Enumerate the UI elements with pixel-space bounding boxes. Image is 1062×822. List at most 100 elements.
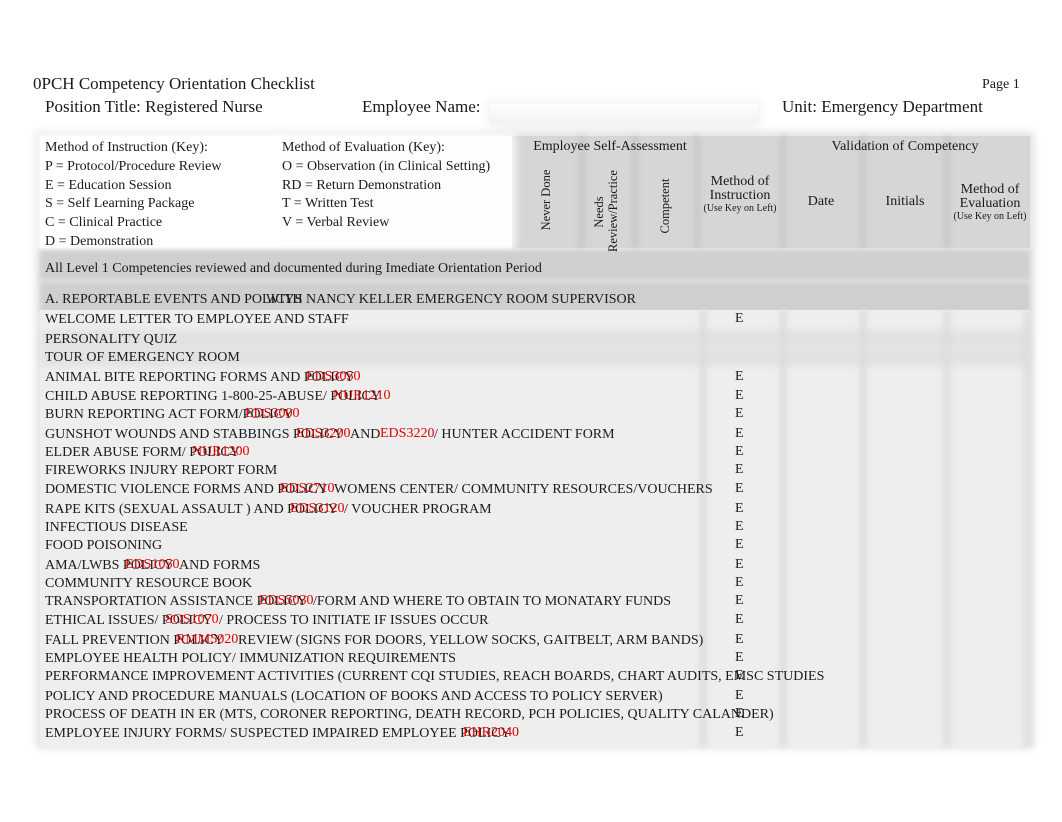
evaluation-key-item: O = Observation (in Clinical Setting) <box>282 158 491 174</box>
evaluation-key: Method of Evaluation (Key): O = Observat… <box>282 139 490 233</box>
method-of-instruction-cell: E <box>735 481 744 496</box>
policy-code: EDS3200 <box>296 426 351 441</box>
checklist-row: TOUR OF EMERGENCY ROOM <box>45 349 240 367</box>
method-of-instruction-cell: E <box>735 501 744 516</box>
policy-code: EDS3000 <box>245 406 300 421</box>
method-of-instruction-cell: E <box>735 519 744 534</box>
instruction-key-item: D = Demonstration <box>45 233 154 249</box>
method-of-instruction-cell: E <box>735 557 744 572</box>
item-text: PROCESS OF DEATH IN ER (MTS, CORONER REP… <box>45 707 774 722</box>
item-text-tail: /FORM AND WHERE TO OBTAIN TO MONATARY FU… <box>313 594 672 609</box>
grid-column <box>1024 310 1030 746</box>
policy-code: RMM5020 <box>176 632 239 647</box>
item-text-tail: REVIEW (SIGNS FOR DOORS, YELLOW SOCKS, G… <box>238 633 704 648</box>
policy-code: SOS1070 <box>165 612 219 627</box>
self-assessment-group-header: Employee Self-Assessment <box>533 139 687 154</box>
evaluation-key-item: T = Written Test <box>282 196 374 212</box>
checklist-row: EMPLOYEE INJURY FORMS/ SUSPECTED IMPAIRE… <box>45 725 511 743</box>
employee-name-field[interactable] <box>490 104 758 124</box>
page-number: Page 1 <box>982 77 1020 92</box>
method-of-instruction-cell: E <box>735 688 744 703</box>
instruction-key-item: C = Clinical Practice <box>45 215 163 231</box>
item-text: COMMUNITY RESOURCE BOOK <box>45 576 253 591</box>
item-text: EMPLOYEE HEALTH POLICY/ IMMUNIZATION REQ… <box>45 651 456 666</box>
item-text: WELCOME LETTER TO EMPLOYEE AND STAFF <box>45 312 349 327</box>
instruction-key: Method of Instruction (Key): P = Protoco… <box>45 139 222 252</box>
grid-column <box>860 310 866 746</box>
needs-review-line2: Review/Practice <box>606 170 620 252</box>
instruction-key-item: E = Education Session <box>45 177 172 193</box>
instruction-key-item: S = Self Learning Package <box>45 196 195 212</box>
date-header: Date <box>807 194 835 209</box>
policy-code: NUR1200 <box>192 444 250 459</box>
item-text-mid: AND <box>350 427 381 442</box>
item-text: CHILD ABUSE REPORTING 1-800-25-ABUSE/ PO… <box>45 389 381 404</box>
checklist-row: PERSONALITY QUIZ <box>45 331 177 349</box>
unit-label: Unit: Emergency Department <box>782 97 983 116</box>
checklist-row: FIREWORKS INJURY REPORT FORM <box>45 462 277 480</box>
instruction-key-item: P = Protocol/Procedure Review <box>45 158 222 174</box>
checklist-row: INFECTIOUS DISEASE <box>45 519 188 537</box>
position-title: Position Title: Registered Nurse <box>45 97 263 116</box>
method-of-instruction-cell: E <box>735 632 744 647</box>
policy-code: EDS3220 <box>380 426 435 441</box>
method-of-instruction-cell: E <box>735 406 744 421</box>
competent-header: Competent <box>658 178 672 234</box>
method-instruction-line1: Method of <box>710 174 770 189</box>
method-of-instruction-cell: E <box>735 575 744 590</box>
method-of-instruction-cell: E <box>735 426 744 441</box>
checklist-row: COMMUNITY RESOURCE BOOK <box>45 575 252 593</box>
item-text-tail: AND FORMS <box>179 558 261 573</box>
item-text: PERFORMANCE IMPROVEMENT ACTIVITIES (CURR… <box>45 669 825 684</box>
row-stripe <box>40 330 1030 348</box>
method-of-instruction-cell: E <box>735 725 744 740</box>
method-evaluation-line2: Evaluation <box>959 196 1021 211</box>
method-of-instruction-cell: E <box>735 537 744 552</box>
method-of-instruction-cell: E <box>735 388 744 403</box>
employee-name-label: Employee Name: <box>362 97 481 116</box>
evaluation-key-item: V = Verbal Review <box>282 215 390 231</box>
item-text: TOUR OF EMERGENCY ROOM <box>45 350 240 365</box>
item-text: INFECTIOUS DISEASE <box>45 520 188 535</box>
column-divider <box>780 136 786 248</box>
policy-code: NUR1210 <box>333 388 391 403</box>
policy-code: EDS2710 <box>280 481 335 496</box>
method-of-instruction-cell: E <box>735 462 744 477</box>
policy-code: EDS1050 <box>125 557 180 572</box>
evaluation-key-item: RD = Return Demonstration <box>282 177 442 193</box>
needs-review-header: Needs Review/Practice <box>592 170 620 252</box>
instruction-key-heading: Method of Instruction (Key): <box>45 140 208 155</box>
policy-code: EDS3120 <box>290 501 345 516</box>
checklist-row: PROCESS OF DEATH IN ER (MTS, CORONER REP… <box>45 706 774 724</box>
document-title: 0PCH Competency Orientation Checklist <box>33 74 315 93</box>
method-of-instruction-cell: E <box>735 650 744 665</box>
method-of-instruction-cell: E <box>735 593 744 608</box>
item-text-tail: / HUNTER ACCIDENT FORM <box>434 427 615 442</box>
method-of-evaluation-header: Method of Evaluation (Use Key on Left) <box>950 182 1030 223</box>
checklist-row: FOOD POISONING <box>45 537 162 555</box>
checklist-row: EMPLOYEE HEALTH POLICY/ IMMUNIZATION REQ… <box>45 650 456 668</box>
checklist-row: WELCOME LETTER TO EMPLOYEE AND STAFF <box>45 311 349 329</box>
method-of-instruction-header: Method of Instruction (Use Key on Left) <box>700 174 780 215</box>
item-text: EMPLOYEE INJURY FORMS/ SUSPECTED IMPAIRE… <box>45 726 511 741</box>
checklist-row: PERFORMANCE IMPROVEMENT ACTIVITIES (CURR… <box>45 668 824 686</box>
method-of-instruction-cell: E <box>735 668 744 683</box>
policy-code: EHR2040 <box>463 725 519 740</box>
method-instruction-note: (Use Key on Left) <box>703 203 777 214</box>
policy-code: EDS3050 <box>306 369 361 384</box>
item-text: FIREWORKS INJURY REPORT FORM <box>45 463 278 478</box>
never-done-header: Never Done <box>539 169 553 231</box>
item-text-tail: WOMENS CENTER/ COMMUNITY RESOURCES/VOUCH… <box>334 482 713 497</box>
item-text-tail: / VOUCHER PROGRAM <box>344 502 492 517</box>
method-evaluation-line1: Method of <box>960 182 1020 197</box>
method-of-instruction-cell: E <box>735 369 744 384</box>
item-text: PERSONALITY QUIZ <box>45 332 178 347</box>
item-text: FOOD POISONING <box>45 538 163 553</box>
initials-header: Initials <box>885 194 925 209</box>
checklist-row: CHILD ABUSE REPORTING 1-800-25-ABUSE/ PO… <box>45 388 381 406</box>
grid-column <box>944 310 950 746</box>
evaluation-key-heading: Method of Evaluation (Key): <box>282 140 445 155</box>
method-of-instruction-cell: E <box>735 311 744 326</box>
method-of-instruction-cell: E <box>735 612 744 627</box>
item-text-tail: / PROCESS TO INITIATE IF ISSUES OCCUR <box>219 613 489 628</box>
